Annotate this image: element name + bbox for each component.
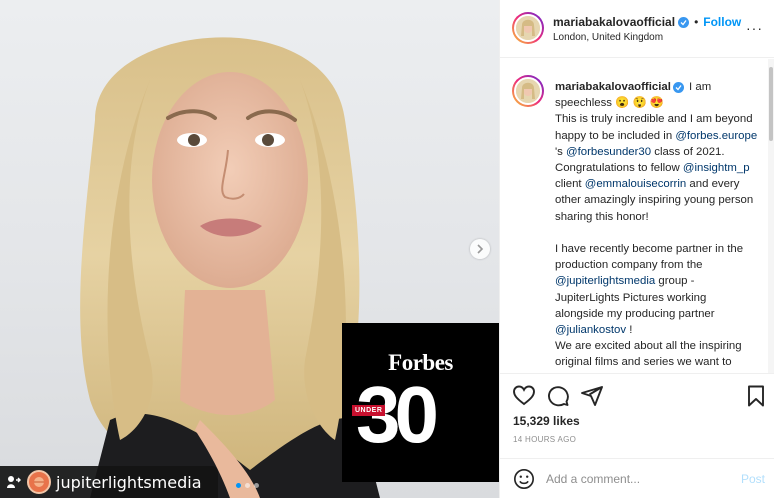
add-comment-bar: Post bbox=[500, 458, 774, 498]
carousel-dot bbox=[245, 483, 250, 488]
follow-button[interactable]: Follow bbox=[703, 15, 741, 29]
emoji-smiley-icon[interactable] bbox=[513, 468, 535, 490]
jupiter-logo-icon bbox=[34, 477, 44, 487]
caption-username[interactable]: mariabakalovaofficial bbox=[555, 81, 671, 93]
mention-link[interactable]: @forbes.europe bbox=[675, 130, 757, 142]
forbes-under30-logo: Forbes 30 UNDER bbox=[342, 323, 499, 482]
author-username[interactable]: mariabakalovaofficial bbox=[553, 15, 675, 29]
chevron-right-icon bbox=[477, 244, 484, 254]
caption-text: ! bbox=[626, 324, 633, 337]
repost-avatar bbox=[27, 470, 51, 494]
mention-link[interactable]: @juliankostov bbox=[555, 324, 626, 336]
avatar-portrait bbox=[516, 16, 540, 40]
post-header: mariabakalovaofficial • Follow London, U… bbox=[500, 0, 774, 58]
caption-scrollbar[interactable] bbox=[768, 59, 774, 373]
comment-bubble-icon[interactable] bbox=[546, 384, 570, 408]
verified-badge-icon bbox=[678, 16, 690, 28]
avatar-image bbox=[514, 77, 542, 105]
post-location[interactable]: London, United Kingdom bbox=[553, 32, 663, 43]
repost-username: jupiterlightsmedia bbox=[56, 472, 202, 492]
save-bookmark-icon[interactable] bbox=[744, 384, 768, 408]
caption-area: mariabakalovaofficial I am speechless 😮 … bbox=[500, 59, 774, 373]
post-details-panel: mariabakalovaofficial • Follow London, U… bbox=[499, 0, 774, 498]
mention-link[interactable]: @insightm_p bbox=[683, 162, 750, 174]
repost-icon bbox=[7, 476, 21, 488]
header-user-row: mariabakalovaofficial • Follow bbox=[553, 15, 741, 29]
forbes-under-tag: UNDER bbox=[352, 405, 386, 416]
comment-input[interactable] bbox=[546, 469, 726, 489]
post-timestamp[interactable]: 14 HOURS AGO bbox=[513, 435, 576, 444]
avatar-portrait bbox=[516, 79, 540, 103]
carousel-next-button[interactable] bbox=[470, 239, 490, 259]
post-media[interactable]: Forbes 30 UNDER jupiterlightsmedia bbox=[0, 0, 499, 498]
post-caption: mariabakalovaofficial I am speechless 😮 … bbox=[555, 79, 758, 373]
avatar-image bbox=[514, 14, 542, 42]
carousel-indicator bbox=[236, 483, 259, 488]
likes-count[interactable]: 15,329 likes bbox=[513, 414, 580, 428]
post-comment-button[interactable]: Post bbox=[741, 472, 765, 486]
mention-link[interactable]: @emmalouisecorrin bbox=[585, 178, 686, 190]
like-heart-icon[interactable] bbox=[512, 384, 536, 408]
mention-link[interactable]: @forbesunder30 bbox=[566, 146, 651, 158]
more-options-button[interactable]: ··· bbox=[746, 20, 763, 36]
post-actions: 15,329 likes 14 HOURS AGO bbox=[500, 373, 774, 463]
verified-badge-icon bbox=[672, 82, 684, 93]
follow-separator: • bbox=[694, 15, 699, 29]
carousel-dot bbox=[254, 483, 259, 488]
carousel-dot bbox=[236, 483, 241, 488]
caption-text: We are excited about all the inspiring o… bbox=[555, 340, 742, 373]
caption-text: 's bbox=[555, 145, 567, 158]
caption-text: I have recently become partner in the pr… bbox=[555, 243, 744, 272]
author-avatar[interactable] bbox=[512, 12, 544, 44]
repost-attribution[interactable]: jupiterlightsmedia bbox=[0, 466, 218, 498]
caption-avatar[interactable] bbox=[512, 75, 544, 107]
scrollbar-thumb[interactable] bbox=[769, 67, 773, 141]
share-paper-plane-icon[interactable] bbox=[580, 384, 604, 408]
caption-text: client bbox=[555, 178, 585, 191]
mention-link[interactable]: @jupiterlightsmedia bbox=[555, 275, 655, 287]
